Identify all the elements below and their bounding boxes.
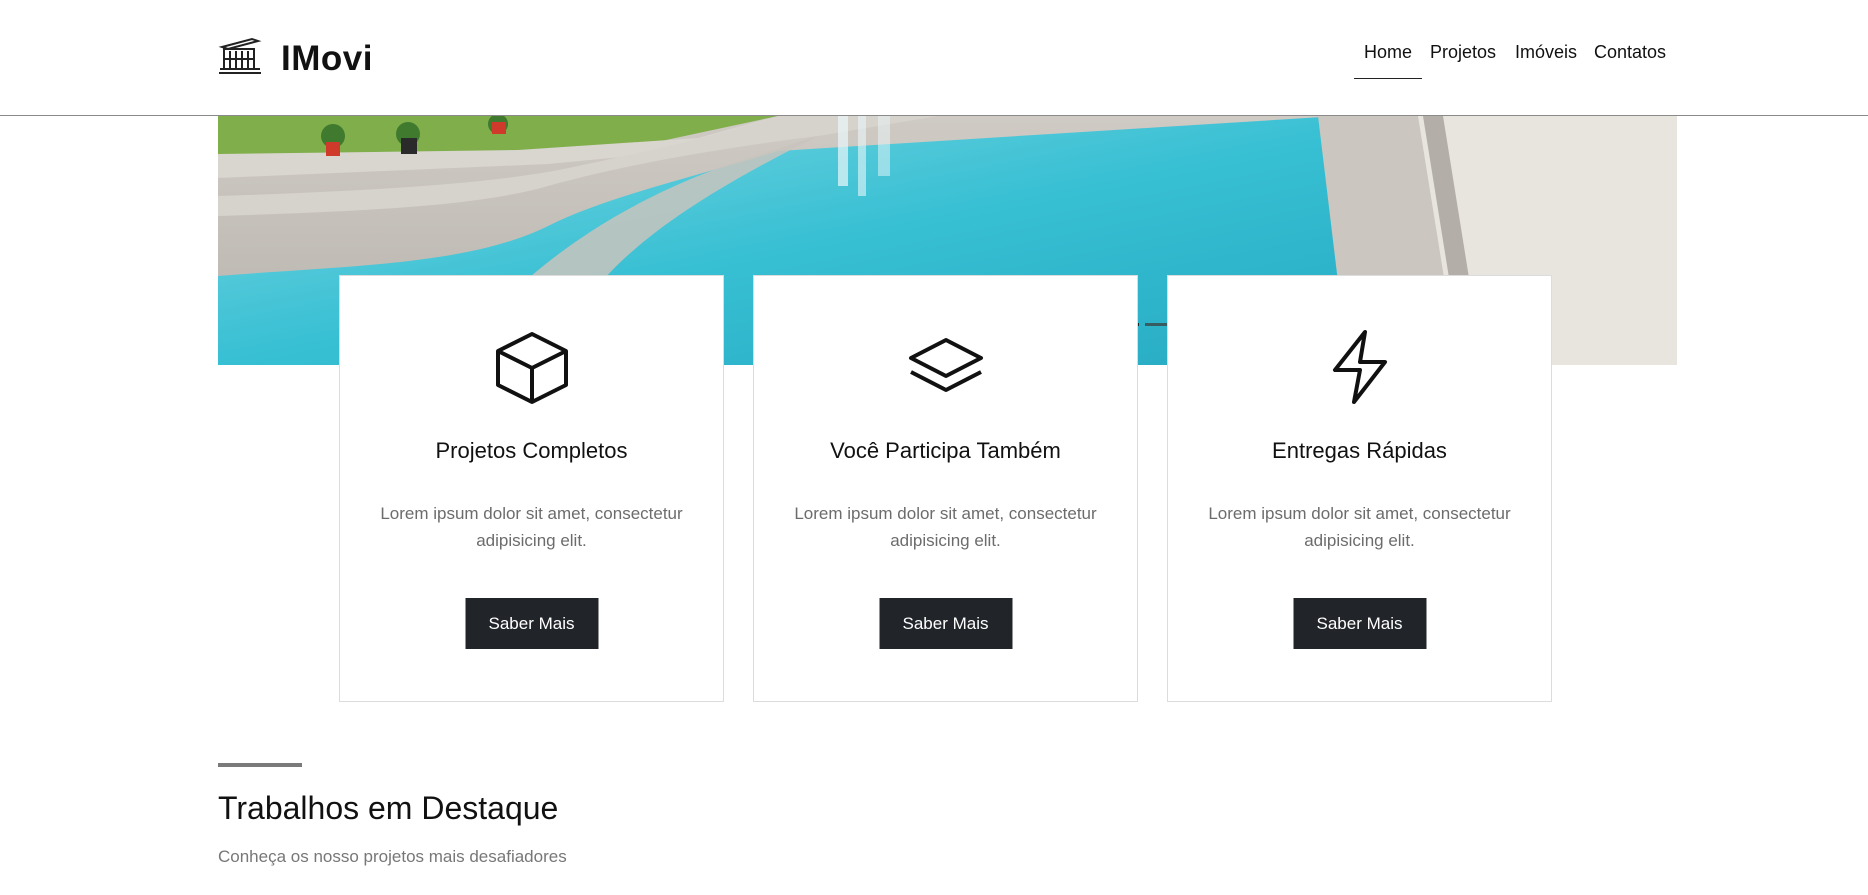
nav-item-contatos[interactable]: Contatos [1594, 42, 1666, 63]
section-divider [218, 763, 302, 767]
brand[interactable]: IMovi [218, 35, 373, 82]
nav-item-projetos[interactable]: Projetos [1430, 42, 1496, 63]
saber-mais-button[interactable]: Saber Mais [465, 598, 598, 649]
building-icon [218, 35, 262, 82]
feature-card: Entregas Rápidas Lorem ipsum dolor sit a… [1167, 275, 1552, 702]
feature-card: Projetos Completos Lorem ipsum dolor sit… [339, 275, 724, 702]
feature-text: Lorem ipsum dolor sit amet, consectetur … [1208, 504, 1511, 550]
feature-text: Lorem ipsum dolor sit amet, consectetur … [380, 504, 683, 550]
box-icon [493, 328, 571, 406]
brand-name: IMovi [281, 38, 373, 78]
site-header: IMovi Home Projetos Imóveis Contatos [0, 0, 1868, 116]
saber-mais-button[interactable]: Saber Mais [1293, 598, 1426, 649]
feature-title: Você Participa Também [830, 438, 1061, 463]
feature-title: Projetos Completos [435, 438, 628, 463]
feature-title: Entregas Rápidas [1272, 438, 1447, 463]
section-title: Trabalhos em Destaque [218, 790, 559, 826]
section-subtitle: Conheça os nosso projetos mais desafiado… [218, 847, 567, 866]
feature-card: Você Participa Também Lorem ipsum dolor … [753, 275, 1138, 702]
nav-item-home[interactable]: Home [1353, 42, 1423, 79]
saber-mais-button[interactable]: Saber Mais [879, 598, 1012, 649]
feature-text: Lorem ipsum dolor sit amet, consectetur … [794, 504, 1097, 550]
layers-icon [907, 328, 985, 406]
nav-item-imoveis[interactable]: Imóveis [1515, 42, 1577, 63]
lightning-icon [1321, 328, 1399, 406]
